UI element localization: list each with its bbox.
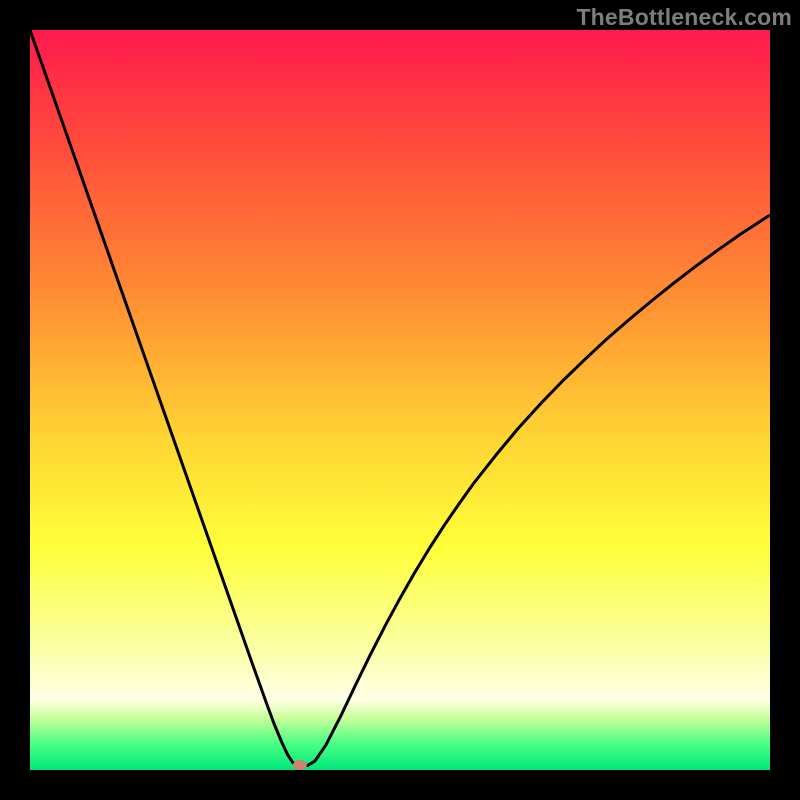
watermark-text: TheBottleneck.com [576, 4, 792, 31]
curve-layer [30, 30, 770, 770]
bottleneck-curve [30, 30, 770, 766]
plot-area [30, 30, 770, 770]
min-marker [293, 760, 307, 770]
chart-stage: TheBottleneck.com [0, 0, 800, 800]
